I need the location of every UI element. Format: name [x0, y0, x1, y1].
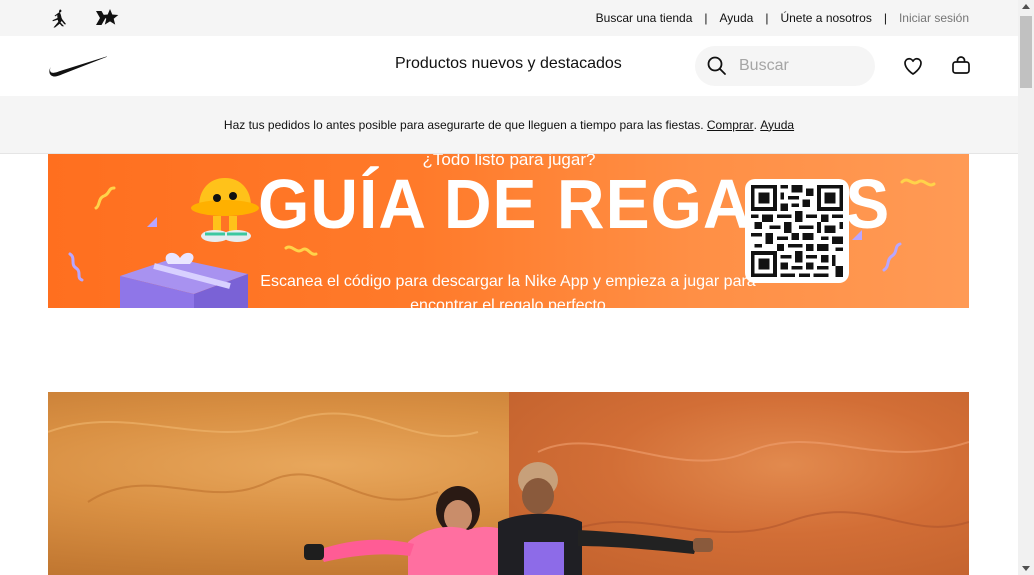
join-us-link[interactable]: Únete a nosotros: [780, 11, 871, 25]
vertical-scrollbar[interactable]: [1018, 0, 1034, 575]
confetti-shape: [900, 178, 936, 187]
lifestyle-hero-image[interactable]: [48, 392, 969, 575]
separator: |: [883, 11, 887, 25]
utility-links: Buscar una tienda | Ayuda | Únete a noso…: [596, 0, 969, 36]
search-icon[interactable]: [705, 54, 729, 78]
confetti-shape: [882, 242, 902, 272]
qr-code-card[interactable]: [745, 179, 849, 283]
promo-help-link[interactable]: Ayuda: [760, 118, 794, 132]
bag-icon[interactable]: [949, 54, 973, 78]
promo-period: .: [753, 117, 757, 132]
separator: |: [704, 11, 708, 25]
jordan-icon[interactable]: [49, 8, 71, 28]
confetti-shape: [284, 245, 318, 256]
help-link[interactable]: Ayuda: [720, 11, 754, 25]
scrollbar-thumb[interactable]: [1020, 16, 1032, 88]
bucket-hat-character-icon: [191, 178, 259, 242]
paper-texture-graphic: [48, 412, 969, 575]
confetti-shape: [68, 252, 84, 282]
heart-icon[interactable]: [901, 54, 925, 78]
gift-body: Escanea el código para descargar la Nike…: [260, 273, 756, 308]
qr-code-icon: [751, 185, 843, 277]
gift-guide-banner[interactable]: ¿Todo listo para jugar? GUÍA DE REGALOS …: [48, 154, 969, 308]
confetti-shape: [94, 186, 116, 210]
utility-bar: Buscar una tienda | Ayuda | Únete a noso…: [0, 0, 1018, 36]
promo-banner: Haz tus pedidos lo antes posible para as…: [0, 96, 1018, 154]
search-box[interactable]: [695, 46, 875, 86]
scroll-down-arrow-icon[interactable]: [1022, 566, 1030, 571]
main-nav: Productos nuevos y destacados: [0, 36, 1018, 96]
separator: |: [765, 11, 769, 25]
confetti-shape: [147, 217, 157, 227]
gift-box-icon: [120, 252, 248, 308]
nike-swoosh-icon[interactable]: [48, 54, 108, 78]
converse-icon[interactable]: [95, 8, 121, 28]
scroll-up-arrow-icon[interactable]: [1022, 4, 1030, 9]
nav-new-featured[interactable]: Productos nuevos y destacados: [395, 55, 622, 73]
search-input[interactable]: [739, 46, 869, 86]
find-store-link[interactable]: Buscar una tienda: [596, 11, 693, 25]
sign-in-link[interactable]: Iniciar sesión: [899, 11, 969, 25]
promo-buy-link[interactable]: Comprar: [707, 118, 754, 132]
promo-text: Haz tus pedidos lo antes posible para as…: [223, 117, 704, 132]
